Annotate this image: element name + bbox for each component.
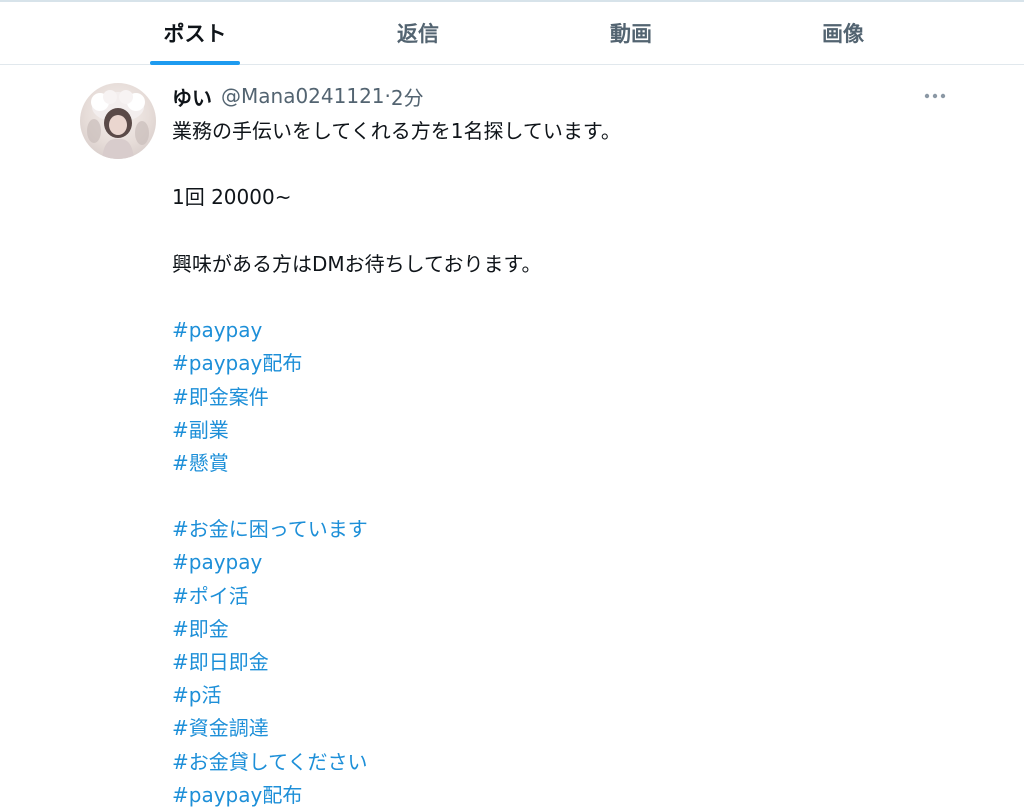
tab-posts[interactable]: ポスト [150,2,240,65]
avatar[interactable] [80,83,156,159]
tab-videos-label: 動画 [610,22,652,46]
hashtag-link[interactable]: #即金案件 [172,381,269,414]
tab-images-label: 画像 [822,22,864,46]
tab-replies-label: 返信 [397,22,439,46]
tab-posts-label: ポスト [163,22,227,46]
hashtag-link[interactable]: #paypay配布 [172,779,302,812]
hashtag-link[interactable]: #即金 [172,613,229,646]
hashtag-link[interactable]: #p活 [172,679,221,712]
hashtag-link[interactable]: #paypay [172,546,262,579]
hashtag-link[interactable]: #副業 [172,414,229,447]
hashtag-link[interactable]: #お金に困っています [172,513,368,546]
hashtag-link[interactable]: #お金貸してください [172,746,368,779]
profile-tabs: ポスト 返信 動画 画像 [0,2,1024,65]
ellipsis-icon [924,93,946,99]
hashtag-link[interactable]: #資金調達 [172,712,269,745]
more-options-button[interactable] [918,81,952,111]
tab-images[interactable]: 画像 [800,2,886,64]
post-line: 業務の手伝いをしてくれる方を1名探しています。 [172,119,621,143]
post[interactable]: ゆい @Mana0241121 · 2分 業務の手伝いをしてくれる方を1名探して… [0,65,1024,809]
post-line: 興味がある方はDMお待ちしております。 [172,251,542,276]
hashtag-link[interactable]: #paypay配布 [172,347,302,380]
user-handle[interactable]: @Mana0241121 [221,84,385,108]
display-name[interactable]: ゆい [172,82,212,111]
post-time[interactable]: 2分 [391,82,424,111]
post-header: ゆい @Mana0241121 · 2分 [172,81,424,111]
hashtag-link[interactable]: #即日即金 [172,646,269,679]
hashtag-link[interactable]: #懸賞 [172,447,229,480]
post-line: 1回 20000~ [172,185,292,210]
hashtag-link[interactable]: #paypay [172,314,262,347]
post-text: 業務の手伝いをしてくれる方を1名探しています。 1回 20000~ 興味がある方… [172,115,972,812]
tab-videos[interactable]: 動画 [588,2,674,64]
hashtag-link[interactable]: #ポイ活 [172,580,249,613]
tab-replies[interactable]: 返信 [375,2,461,64]
